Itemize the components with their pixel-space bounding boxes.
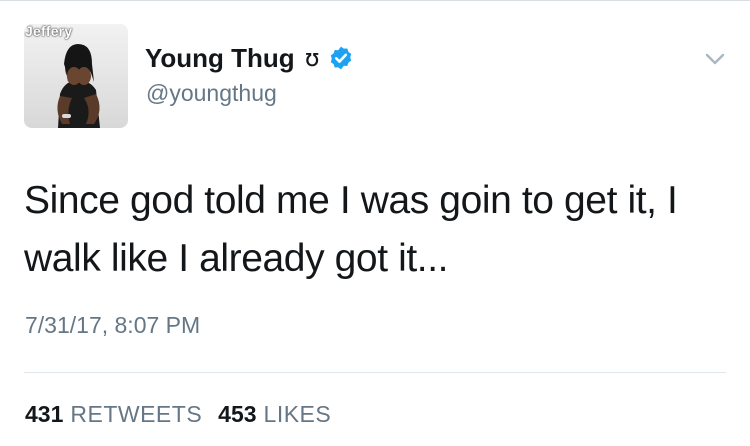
tweet-stats: 431 RETWEETS 453 LIKES bbox=[25, 401, 331, 428]
top-divider bbox=[0, 0, 750, 1]
author-name-row: Young Thug ʊ bbox=[145, 40, 354, 76]
retweets-count: 431 bbox=[25, 401, 64, 427]
verified-badge-icon bbox=[330, 46, 351, 70]
display-name[interactable]: Young Thug bbox=[145, 43, 295, 74]
avatar-overlay-text: Jeffery bbox=[25, 24, 73, 39]
author-handle[interactable]: @youngthug bbox=[146, 80, 277, 107]
likes-count: 453 bbox=[218, 401, 257, 427]
tweet-text: Since god told me I was goin to get it, … bbox=[24, 179, 678, 280]
tweet-timestamp[interactable]: 7/31/17, 8:07 PM bbox=[25, 312, 200, 339]
retweets-stat[interactable]: 431 RETWEETS bbox=[25, 401, 202, 428]
likes-stat[interactable]: 453 LIKES bbox=[218, 401, 331, 428]
stats-divider bbox=[24, 372, 726, 373]
likes-label: LIKES bbox=[263, 401, 332, 427]
name-glyph: ʊ bbox=[304, 44, 320, 72]
retweets-label: RETWEETS bbox=[70, 401, 203, 427]
avatar[interactable]: Jeffery bbox=[24, 24, 128, 128]
avatar-photo bbox=[24, 24, 128, 128]
chevron-down-icon[interactable] bbox=[705, 52, 725, 66]
